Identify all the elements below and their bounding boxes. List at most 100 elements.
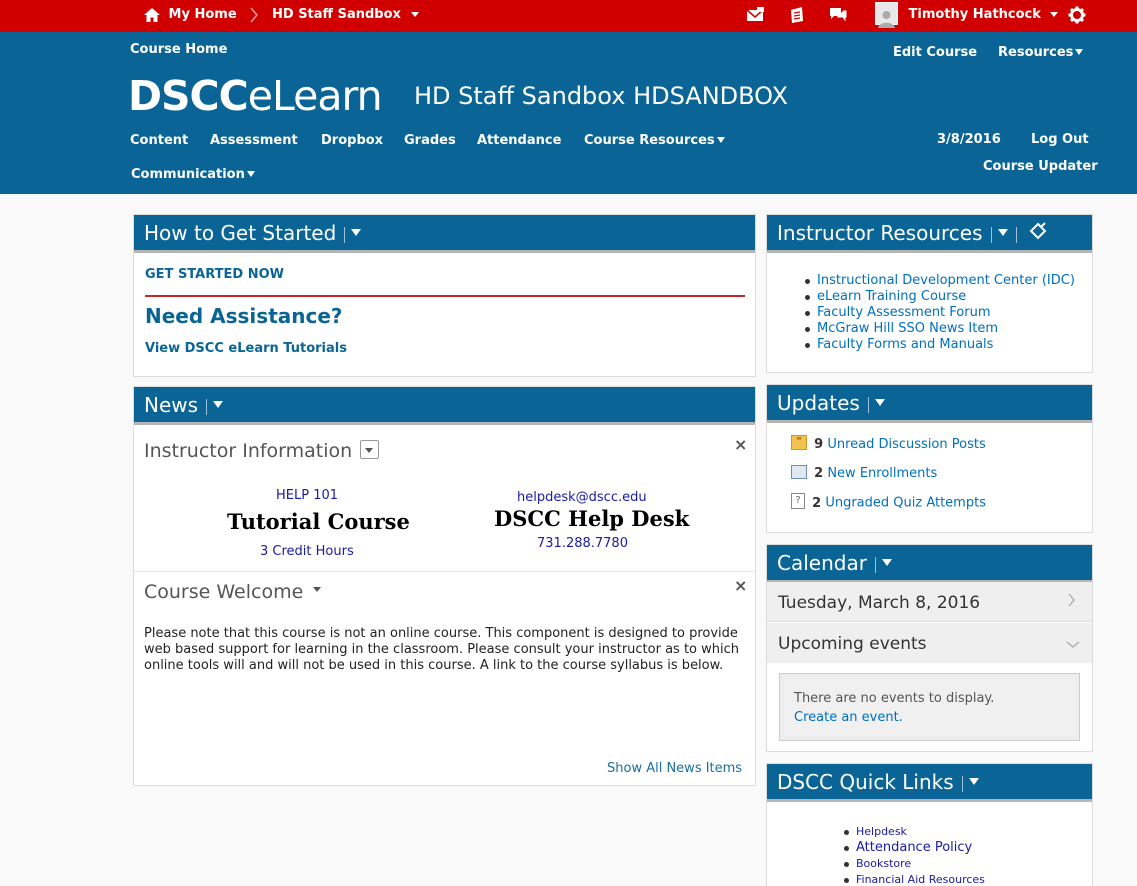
course-selector[interactable]: HD Staff Sandbox xyxy=(272,0,420,32)
logo-bold-text: DSCC xyxy=(128,72,249,120)
calendar-date-row[interactable]: Tuesday, March 8, 2016 xyxy=(767,582,1092,622)
update-item[interactable]: ? 2 Ungraded Quiz Attempts xyxy=(791,493,986,511)
home-icon xyxy=(144,7,160,22)
user-menu[interactable]: Timothy Hathcock xyxy=(875,0,1059,32)
list-item[interactable]: Faculty Forms and Manuals xyxy=(805,337,1075,353)
tutorial-course-heading: Tutorial Course xyxy=(227,509,410,534)
chevron-down-icon[interactable] xyxy=(1065,635,1081,654)
widget-title: Instructor Resources xyxy=(777,221,983,245)
list-item[interactable]: Financial Aid Resources xyxy=(844,872,985,886)
list-item[interactable]: eLearn Training Course xyxy=(805,289,1075,305)
course-updater-link[interactable]: Course Updater xyxy=(983,159,1098,174)
credit-hours: 3 Credit Hours xyxy=(260,544,354,559)
list-item[interactable]: Faculty Assessment Forum xyxy=(805,305,1075,321)
resource-link[interactable]: McGraw Hill SSO News Item xyxy=(817,321,998,336)
nav-attendance[interactable]: Attendance xyxy=(477,133,561,148)
resource-link[interactable]: eLearn Training Course xyxy=(817,289,966,304)
quick-link[interactable]: Bookstore xyxy=(856,857,911,870)
list-item[interactable]: Instructional Development Center (IDC) xyxy=(805,273,1075,289)
chevron-right-icon[interactable] xyxy=(1067,592,1077,612)
helpdesk-email-link[interactable]: helpdesk@dscc.edu xyxy=(517,490,647,505)
nav-dropbox[interactable]: Dropbox xyxy=(321,133,383,148)
caret-down-icon xyxy=(313,587,322,592)
resources-menu[interactable]: Resources xyxy=(998,45,1084,60)
news-item-menu-button[interactable] xyxy=(360,440,380,459)
widget-title: Calendar xyxy=(777,551,867,575)
nav-content[interactable]: Content xyxy=(130,133,188,148)
quick-link[interactable]: Helpdesk xyxy=(856,825,907,838)
updates-widget: Updates " 9 Unread Discussion Posts 2 Ne… xyxy=(766,384,1093,533)
news-item: Instructor Information × HELP 101 Tutori… xyxy=(134,425,755,572)
quiz-icon: ? xyxy=(791,493,805,509)
help-desk-phone: 731.288.7780 xyxy=(537,536,628,551)
quick-link[interactable]: Attendance Policy xyxy=(856,840,972,855)
widget-menu-icon[interactable] xyxy=(881,559,892,566)
widget-menu-icon[interactable] xyxy=(213,401,224,408)
dscc-elearn-logo[interactable]: DSCCeLearn xyxy=(128,72,383,120)
list-item[interactable]: Helpdesk xyxy=(844,824,985,840)
widget-menu-icon[interactable] xyxy=(874,399,885,406)
widget-header: DSCC Quick Links xyxy=(767,764,1092,802)
caret-down-icon xyxy=(1075,48,1084,55)
widget-header: How to Get Started xyxy=(134,215,755,253)
widget-title: Updates xyxy=(777,391,860,415)
current-date: 3/8/2016 xyxy=(937,132,1001,147)
subscription-alerts-icon[interactable] xyxy=(829,0,847,32)
update-label: New Enrollments xyxy=(827,466,938,481)
widget-menu-icon[interactable] xyxy=(968,778,979,785)
widget-title: News xyxy=(144,393,199,417)
quick-links-list: Helpdesk Attendance Policy Bookstore Fin… xyxy=(844,824,985,886)
nav-assessment[interactable]: Assessment xyxy=(210,133,298,148)
widget-header: Instructor Resources xyxy=(767,215,1092,253)
widget-menu-icon[interactable] xyxy=(997,229,1008,236)
instructor-info-title: Instructor Information xyxy=(144,440,353,462)
nav-course-resources[interactable]: Course Resources xyxy=(584,133,725,148)
calendar-date: Tuesday, March 8, 2016 xyxy=(778,593,981,613)
widget-title: DSCC Quick Links xyxy=(777,770,954,794)
resource-link[interactable]: Faculty Forms and Manuals xyxy=(817,337,993,352)
show-all-news-link[interactable]: Show All News Items xyxy=(607,761,742,776)
top-navbar: My Home HD Staff Sandbox Timothy Hathcoc… xyxy=(0,0,1137,32)
news-widget: News Instructor Information × HELP 101 T… xyxy=(133,386,756,786)
move-icon[interactable] xyxy=(1029,221,1047,245)
resource-link[interactable]: Instructional Development Center (IDC) xyxy=(817,273,1075,288)
nav-grades[interactable]: Grades xyxy=(404,133,456,148)
create-event-link[interactable]: Create an event. xyxy=(794,710,903,725)
avatar xyxy=(875,2,898,28)
get-started-link[interactable]: GET STARTED NOW xyxy=(145,267,284,282)
upcoming-events-row[interactable]: Upcoming events xyxy=(767,623,1092,663)
my-home-link[interactable]: My Home xyxy=(144,0,237,32)
list-item[interactable]: Bookstore xyxy=(844,856,985,872)
course-selector-label: HD Staff Sandbox xyxy=(272,7,401,22)
nav-communication[interactable]: Communication xyxy=(131,167,255,182)
caret-down-icon xyxy=(716,136,725,143)
edit-course-link[interactable]: Edit Course xyxy=(893,45,977,60)
course-home-link[interactable]: Course Home xyxy=(130,42,227,57)
caret-down-icon xyxy=(246,170,255,177)
update-alerts-icon[interactable] xyxy=(788,0,806,32)
my-home-label: My Home xyxy=(168,7,237,22)
instructor-resources-widget: Instructor Resources Instructional Devel… xyxy=(766,214,1093,373)
list-item[interactable]: Attendance Policy xyxy=(844,840,985,856)
divider xyxy=(145,295,745,297)
upcoming-events-label: Upcoming events xyxy=(778,634,927,654)
caret-down-icon xyxy=(1050,12,1059,17)
dismiss-close-icon[interactable]: × xyxy=(734,435,747,454)
widget-header: Updates xyxy=(767,385,1092,423)
breadcrumb-chevron-icon xyxy=(249,0,259,32)
widget-header: Calendar xyxy=(767,545,1092,583)
logout-link[interactable]: Log Out xyxy=(1031,132,1089,147)
list-item[interactable]: McGraw Hill SSO News Item xyxy=(805,321,1075,337)
dismiss-close-icon[interactable]: × xyxy=(734,576,747,595)
widget-menu-icon[interactable] xyxy=(351,229,362,236)
resource-link[interactable]: Faculty Assessment Forum xyxy=(817,305,991,320)
gear-icon[interactable] xyxy=(1068,0,1086,32)
update-count: 9 xyxy=(814,437,824,452)
update-item[interactable]: " 9 Unread Discussion Posts xyxy=(791,435,986,452)
message-alerts-icon[interactable] xyxy=(746,0,764,32)
tutorials-link[interactable]: View DSCC eLearn Tutorials xyxy=(145,341,347,356)
update-item[interactable]: 2 New Enrollments xyxy=(791,464,938,481)
news-item-title[interactable]: Course Welcome xyxy=(144,581,322,603)
no-events-box: There are no events to display. Create a… xyxy=(779,673,1080,741)
quick-link[interactable]: Financial Aid Resources xyxy=(856,873,985,886)
